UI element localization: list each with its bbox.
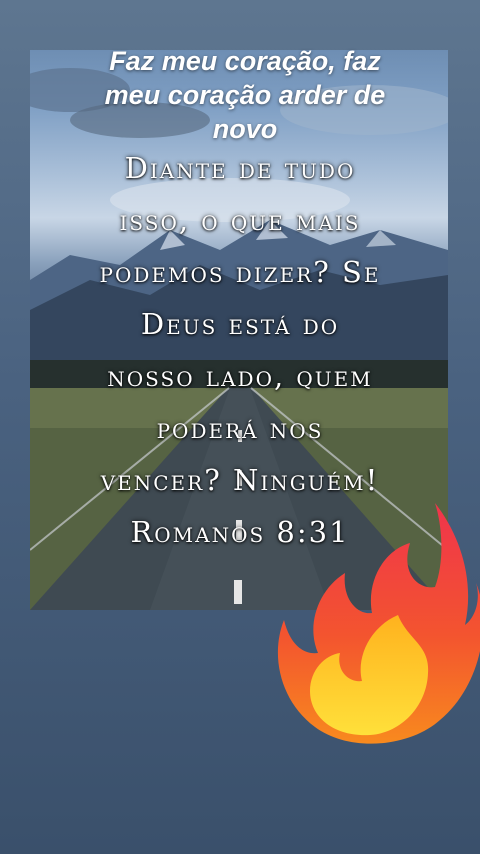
story-screen: Faz meu coração, faz meu coração arder d… bbox=[0, 0, 480, 854]
verse-line: nosso lado, quem bbox=[107, 359, 373, 393]
verse-line: Deus está do bbox=[140, 307, 340, 341]
caption-line: Faz meu coração, faz bbox=[109, 46, 381, 76]
verse-line: isso, o que mais bbox=[119, 203, 361, 237]
fire-icon[interactable] bbox=[270, 495, 480, 750]
caption-text: Faz meu coração, faz meu coração arder d… bbox=[60, 44, 430, 146]
caption-line: meu coração arder de bbox=[104, 80, 386, 110]
caption-line: novo bbox=[212, 114, 278, 144]
verse-line: poderá nos bbox=[156, 411, 324, 445]
verse-line: podemos dizer? Se bbox=[99, 255, 381, 289]
verse-line: Diante de tudo bbox=[124, 151, 356, 185]
